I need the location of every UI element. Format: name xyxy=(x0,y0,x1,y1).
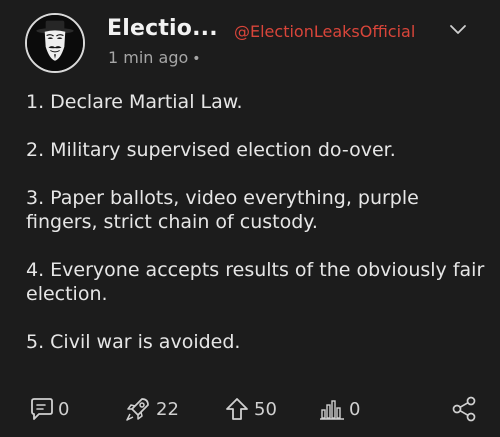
guy-fawkes-mask-icon xyxy=(27,15,83,71)
post-line: 1. Declare Martial Law. xyxy=(26,91,243,113)
display-name[interactable]: Electio... xyxy=(107,16,218,41)
comment-bubble-icon xyxy=(30,396,54,422)
tip-button[interactable]: 22 xyxy=(124,394,179,424)
post-line: 4. Everyone accepts results of the obvio… xyxy=(26,259,485,305)
share-icon xyxy=(450,395,478,423)
rocket-icon xyxy=(124,395,152,423)
upvote-arrow-icon xyxy=(224,396,250,422)
upvote-count: 50 xyxy=(254,398,277,420)
post-line: 2. Military supervised election do-over. xyxy=(26,139,396,161)
timestamp-text: 1 min ago xyxy=(108,48,189,67)
post-body: 1. Declare Martial Law. 2. Military supe… xyxy=(26,90,486,378)
post-line: 5. Civil war is avoided. xyxy=(26,331,241,353)
post-line: 3. Paper ballots, video everything, purp… xyxy=(26,187,419,233)
share-button[interactable] xyxy=(450,394,478,424)
upvote-button[interactable]: 50 xyxy=(224,394,277,424)
timestamp-dot: • xyxy=(192,51,201,67)
views-count: 0 xyxy=(349,398,361,420)
bar-chart-icon xyxy=(319,396,345,422)
avatar[interactable] xyxy=(25,13,85,73)
comment-count: 0 xyxy=(58,398,70,420)
comment-button[interactable]: 0 xyxy=(30,394,69,424)
tip-count: 22 xyxy=(156,398,179,420)
post-timestamp: 1 min ago • xyxy=(108,48,201,67)
user-handle[interactable]: @ElectionLeaksOfficial xyxy=(234,22,415,41)
views-button[interactable]: 0 xyxy=(319,394,360,424)
post-card: Electio... @ElectionLeaksOfficial 1 min … xyxy=(0,0,500,437)
chevron-down-icon[interactable] xyxy=(449,22,467,36)
post-actions-bar: 0 22 50 0 xyxy=(0,394,500,424)
